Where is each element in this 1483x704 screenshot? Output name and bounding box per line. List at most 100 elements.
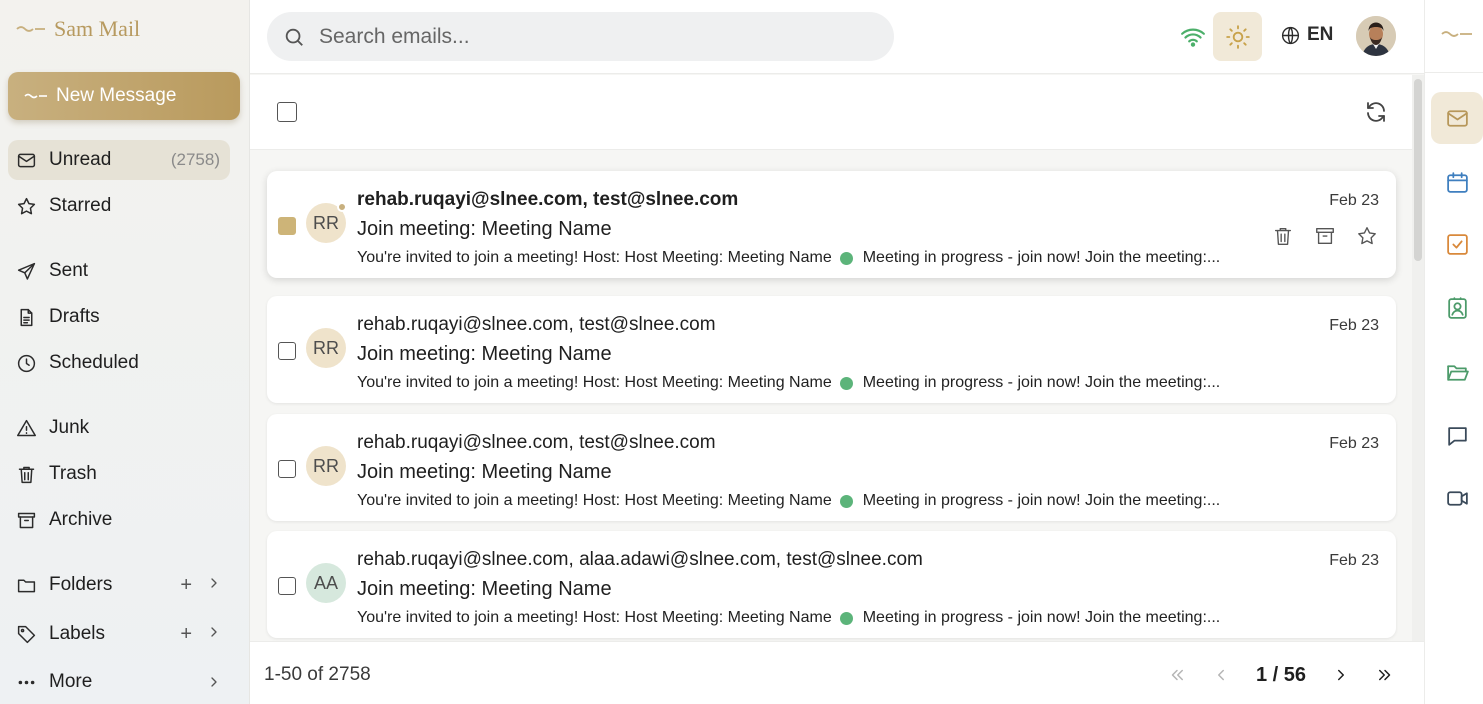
last-page-button[interactable] (1363, 660, 1407, 690)
trash-icon (18, 466, 35, 483)
chevrons-left-icon (1171, 669, 1183, 681)
next-page-button[interactable] (1319, 660, 1363, 690)
folder-icon (17, 579, 36, 592)
video-icon (1446, 490, 1468, 506)
email-preview-text: You're invited to join a meeting! Host: … (357, 249, 832, 266)
more-icon (18, 680, 35, 684)
clock-icon (17, 354, 36, 372)
sender-avatar: AA (306, 563, 346, 603)
rail-calendar-button[interactable] (1431, 156, 1483, 208)
theme-toggle-button[interactable] (1213, 12, 1262, 61)
email-preview: You're invited to join a meeting! Host: … (357, 249, 1220, 267)
contacts-icon (1447, 296, 1467, 319)
chevron-right-icon[interactable] (206, 624, 222, 640)
sidebar-item-label: Labels (49, 623, 105, 644)
star-icon (17, 197, 36, 214)
chevron-left-icon (1218, 669, 1224, 681)
sidebar-item-label: Unread (49, 149, 112, 170)
archive-icon[interactable] (1314, 225, 1336, 247)
email-checkbox[interactable] (278, 577, 296, 595)
rail-files-button[interactable] (1431, 346, 1483, 398)
search-bar[interactable] (267, 12, 894, 61)
warning-icon (17, 419, 36, 436)
star-icon[interactable] (1356, 225, 1378, 247)
rail-tasks-button[interactable] (1431, 218, 1483, 270)
user-avatar-icon (1356, 16, 1396, 56)
sidebar-item-more[interactable]: More (8, 662, 230, 702)
pagination-bar: 1-50 of 2758 1 / 56 (250, 641, 1424, 704)
chat-icon (1447, 426, 1467, 446)
email-subject: Join meeting: Meeting Name (357, 461, 612, 483)
sidebar-item-label: Scheduled (49, 352, 139, 373)
email-checkbox[interactable] (278, 342, 296, 360)
scrollbar-thumb[interactable] (1414, 79, 1422, 261)
sidebar-item-starred[interactable]: Starred (8, 186, 230, 226)
refresh-icon[interactable] (1364, 100, 1388, 124)
sidebar-item-junk[interactable]: Junk (8, 408, 230, 448)
add-folder-icon[interactable]: + (180, 575, 192, 595)
user-avatar[interactable] (1356, 16, 1396, 56)
email-date: Feb 23 (1329, 435, 1379, 452)
email-checkbox[interactable] (278, 217, 296, 235)
email-row[interactable]: AA rehab.ruqayi@slnee.com, alaa.adawi@sl… (267, 531, 1396, 638)
email-preview: You're invited to join a meeting! Host: … (357, 374, 1220, 392)
calendar-icon (1446, 171, 1468, 193)
email-subject: Join meeting: Meeting Name (357, 578, 612, 600)
sidebar-item-scheduled[interactable]: Scheduled (8, 343, 230, 383)
sidebar-item-archive[interactable]: Archive (8, 500, 230, 540)
rail-mail-button[interactable] (1431, 92, 1483, 144)
chevrons-right-icon (1379, 669, 1391, 681)
email-preview-text: Meeting in progress - join now! Join the… (862, 492, 1221, 509)
rail-contacts-button[interactable] (1431, 282, 1483, 334)
sidebar-item-folders[interactable]: Folders + (8, 565, 230, 605)
sidebar-item-label: Folders (49, 574, 113, 595)
sender-avatar: RR (306, 446, 346, 486)
email-row[interactable]: RR rehab.ruqayi@slnee.com, test@slnee.co… (267, 171, 1396, 278)
email-sender: rehab.ruqayi@slnee.com, test@slnee.com (357, 432, 716, 453)
email-row[interactable]: RR rehab.ruqayi@slnee.com, test@slnee.co… (267, 414, 1396, 521)
email-preview-text: Meeting in progress - join now! Join the… (862, 609, 1221, 626)
folder-open-icon (1446, 364, 1469, 381)
sender-avatar: RR (306, 328, 346, 368)
sidebar-item-labels[interactable]: Labels + (8, 614, 230, 654)
chevron-right-icon[interactable] (206, 575, 222, 591)
chevron-right-icon[interactable] (206, 674, 222, 690)
logo-icon (1441, 31, 1472, 37)
email-preview-text: You're invited to join a meeting! Host: … (357, 492, 832, 509)
email-preview: You're invited to join a meeting! Host: … (357, 492, 1220, 510)
sidebar-item-label: Starred (49, 195, 112, 216)
email-subject: Join meeting: Meeting Name (357, 218, 612, 240)
app-rail (1424, 0, 1483, 704)
trash-icon[interactable] (1272, 225, 1294, 247)
sidebar-item-label: More (49, 671, 93, 692)
status-dot-icon (839, 494, 853, 508)
language-label: EN (1307, 24, 1334, 45)
rail-chat-button[interactable] (1431, 410, 1483, 462)
unread-dot (337, 202, 347, 212)
add-label-icon[interactable]: + (180, 624, 192, 644)
sidebar-item-drafts[interactable]: Drafts (8, 297, 230, 337)
select-all-checkbox[interactable] (277, 102, 297, 122)
search-input[interactable] (319, 24, 859, 49)
app-brand[interactable]: Sam Mail (16, 16, 140, 42)
first-page-button[interactable] (1155, 660, 1199, 690)
email-date: Feb 23 (1329, 192, 1379, 209)
checkbox-icon (1446, 233, 1468, 255)
rail-meet-button[interactable] (1431, 472, 1483, 524)
language-selector[interactable]: EN (1280, 24, 1333, 46)
list-toolbar (250, 75, 1412, 150)
prev-page-button[interactable] (1199, 660, 1243, 690)
sidebar-item-unread[interactable]: Unread (2758) (8, 140, 230, 180)
sidebar-item-label: Sent (49, 260, 89, 281)
file-icon (20, 308, 33, 326)
email-checkbox[interactable] (278, 460, 296, 478)
email-sender: rehab.ruqayi@slnee.com, test@slnee.com (357, 314, 716, 335)
sidebar-item-trash[interactable]: Trash (8, 454, 230, 494)
email-row[interactable]: RR rehab.ruqayi@slnee.com, test@slnee.co… (267, 296, 1396, 403)
mail-icon (17, 153, 36, 167)
new-message-button[interactable]: New Message (8, 72, 240, 120)
email-date: Feb 23 (1329, 317, 1379, 334)
tag-icon (17, 625, 36, 643)
sidebar-item-sent[interactable]: Sent (8, 251, 230, 291)
list-scrollbar[interactable] (1412, 75, 1424, 641)
